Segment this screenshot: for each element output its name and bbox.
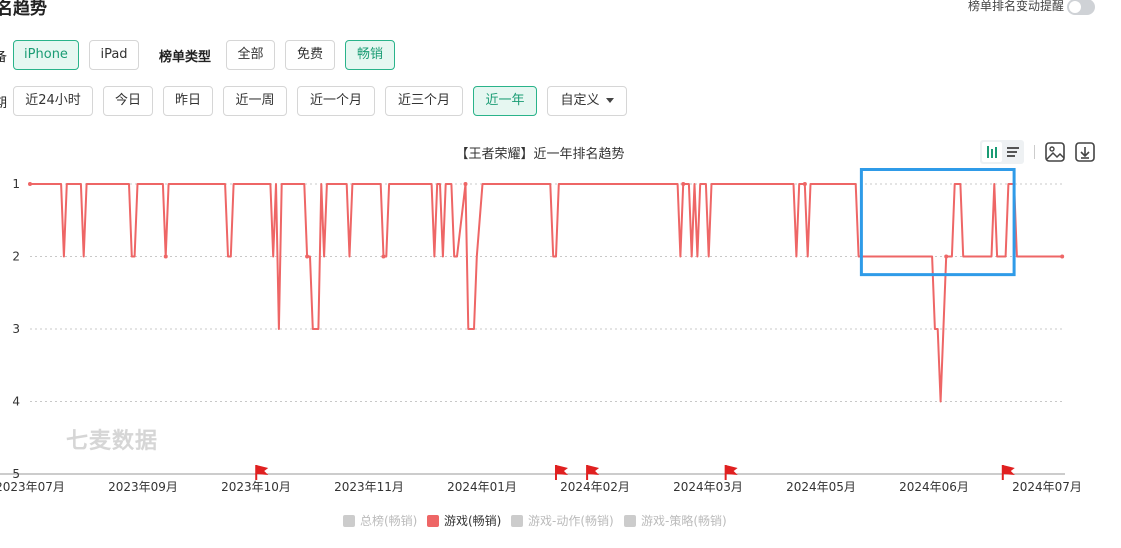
y-tick-label: 2 [12,250,20,264]
legend-swatch [427,515,439,527]
x-tick-label: 2023年07月 [0,480,65,494]
event-flag-icon [554,465,568,480]
legend-label: 总榜(畅销) [360,514,418,528]
x-tick-label: 2023年11月 [334,480,404,494]
x-tick-label: 2024年01月 [447,480,517,494]
legend-item-overall[interactable]: 总榜(畅销) [343,513,417,529]
flag-shape [1002,465,1015,475]
legend-item-strategy-games[interactable]: 游戏-策略(畅销) [624,513,727,529]
event-flag-icon [1001,465,1015,480]
x-tick-label: 2023年09月 [108,480,178,494]
y-tick-label: 3 [12,322,20,336]
chart-legend: 总榜(畅销) 游戏(畅销) 游戏-动作(畅销) 游戏-策略(畅销) [0,513,1121,531]
flag-shape [256,465,269,475]
x-tick-label: 2024年06月 [899,480,969,494]
data-point [944,254,949,259]
legend-item-games[interactable]: 游戏(畅销) [427,513,501,529]
legend-item-action-games[interactable]: 游戏-动作(畅销) [511,513,614,529]
data-point [1060,254,1065,259]
data-point [28,182,32,186]
flag-shape [555,465,568,475]
legend-swatch [343,515,355,527]
legend-swatch [511,515,523,527]
flag-shape [725,465,738,475]
flag-shape [587,465,600,475]
legend-label: 游戏-动作(畅销) [528,514,614,528]
legend-label: 游戏(畅销) [444,514,502,528]
event-flag-icon [586,465,600,480]
watermark: 七麦数据 [66,429,159,454]
data-point [463,182,468,186]
data-point [163,254,168,259]
legend-label: 游戏-策略(畅销) [641,514,727,528]
x-tick-label: 2024年05月 [786,480,856,494]
series-line [30,183,1063,403]
y-tick-label: 1 [12,177,20,191]
data-point [381,254,386,259]
y-tick-label: 5 [12,467,20,481]
x-tick-label: 2023年10月 [221,480,291,494]
highlight-box [859,168,1016,277]
x-tick-label: 2024年07月 [1012,480,1082,494]
x-tick-label: 2024年02月 [560,480,630,494]
rank-trend-chart: 1 2 3 4 5 2023年07月 2023年09月 2023年10月 2023年11月 20… [0,168,1082,494]
x-tick-label: 2024年03月 [673,480,743,494]
legend-swatch [624,515,636,527]
y-tick-label: 4 [12,395,20,409]
event-flag-icon [255,465,269,480]
data-point [681,182,686,186]
event-flag-icon [724,465,738,480]
data-point [802,182,807,186]
data-point [305,254,310,259]
